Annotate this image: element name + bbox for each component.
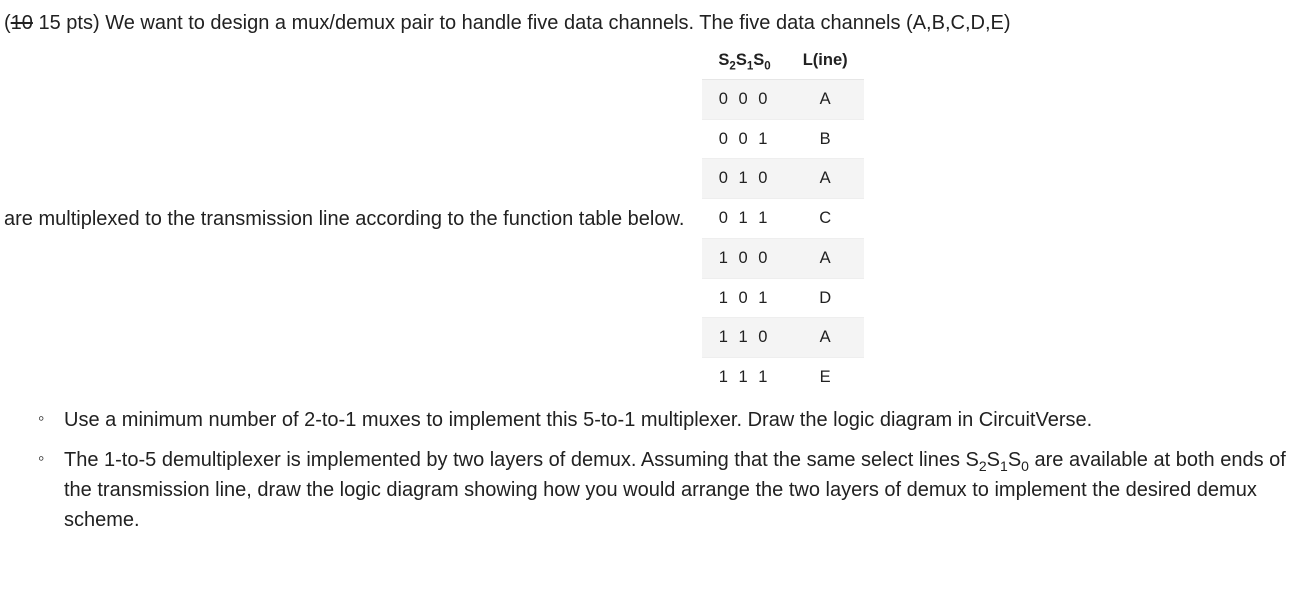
table-row: 0 0 0A <box>702 79 863 119</box>
cell-line: C <box>787 199 864 239</box>
table-row: 0 1 1C <box>702 199 863 239</box>
cell-line: A <box>787 79 864 119</box>
cell-line: D <box>787 278 864 318</box>
table-row: 0 1 0A <box>702 159 863 199</box>
cell-sel: 1 0 1 <box>702 278 786 318</box>
question-intro: (10 15 pts) We want to design a mux/demu… <box>4 8 1311 38</box>
bullet-text: The 1-to-5 demultiplexer is implemented … <box>64 449 1286 531</box>
intro-rest: ) We want to design a mux/demux pair to … <box>93 12 1011 34</box>
new-points: 15 <box>38 12 60 34</box>
th-line: L(ine) <box>787 42 864 79</box>
table-row: 0 0 1B <box>702 119 863 159</box>
cell-sel: 1 1 1 <box>702 358 786 397</box>
subquestion-list: Use a minimum number of 2-to-1 muxes to … <box>4 405 1311 535</box>
function-table: S2S1S0 L(ine) 0 0 0A 0 0 1B 0 1 0A 0 1 1… <box>702 42 863 397</box>
cell-line: A <box>787 238 864 278</box>
list-item: Use a minimum number of 2-to-1 muxes to … <box>44 405 1311 435</box>
table-row: 1 0 1D <box>702 278 863 318</box>
middle-row: are multiplexed to the transmission line… <box>4 42 1311 397</box>
cell-sel: 0 1 1 <box>702 199 786 239</box>
cell-sel: 0 0 0 <box>702 79 786 119</box>
cell-line: A <box>787 318 864 358</box>
open-paren: ( <box>4 12 11 34</box>
cell-line: B <box>787 119 864 159</box>
function-table-wrap: S2S1S0 L(ine) 0 0 0A 0 0 1B 0 1 0A 0 1 1… <box>702 42 863 397</box>
list-item: The 1-to-5 demultiplexer is implemented … <box>44 445 1311 535</box>
cell-sel: 1 1 0 <box>702 318 786 358</box>
table-row: 1 0 0A <box>702 238 863 278</box>
pts-label: pts <box>66 12 93 34</box>
middle-sentence: are multiplexed to the transmission line… <box>4 204 702 234</box>
cell-line: A <box>787 159 864 199</box>
question-block: (10 15 pts) We want to design a mux/demu… <box>4 8 1311 535</box>
th-select: S2S1S0 <box>702 42 786 79</box>
table-body: 0 0 0A 0 0 1B 0 1 0A 0 1 1C 1 0 0A 1 0 1… <box>702 79 863 397</box>
table-row: 1 1 1E <box>702 358 863 397</box>
cell-line: E <box>787 358 864 397</box>
table-row: 1 1 0A <box>702 318 863 358</box>
cell-sel: 0 0 1 <box>702 119 786 159</box>
old-points: 10 <box>11 12 33 34</box>
cell-sel: 1 0 0 <box>702 238 786 278</box>
bullet-text: Use a minimum number of 2-to-1 muxes to … <box>64 409 1092 431</box>
cell-sel: 0 1 0 <box>702 159 786 199</box>
